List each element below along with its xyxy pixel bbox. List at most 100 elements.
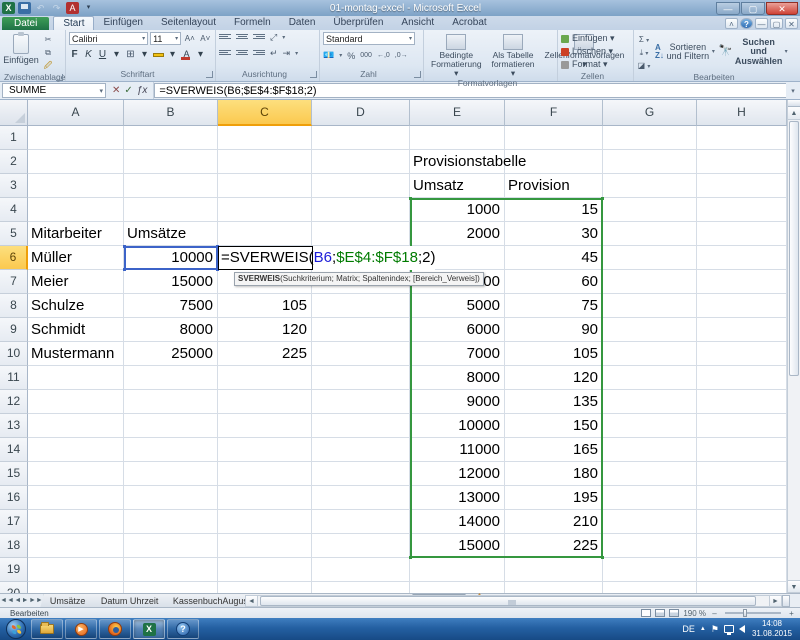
cells-button-löschen[interactable]: Löschen ▾ xyxy=(561,45,630,58)
cell-B2[interactable] xyxy=(124,150,218,174)
language-indicator[interactable]: DE xyxy=(682,624,695,634)
cell-B9[interactable]: 8000 xyxy=(124,318,218,342)
cell-C1[interactable] xyxy=(218,126,312,150)
cell-A18[interactable] xyxy=(28,534,124,558)
row-header-17[interactable]: 17 xyxy=(0,510,28,534)
cell-C5[interactable] xyxy=(218,222,312,246)
cell-G9[interactable] xyxy=(603,318,697,342)
font-color-icon[interactable]: A xyxy=(181,49,192,60)
row-header-11[interactable]: 11 xyxy=(0,366,28,390)
cell-B10[interactable]: 25000 xyxy=(124,342,218,366)
style-button[interactable]: Als Tabelle formatieren ▾ xyxy=(488,32,539,78)
cell-B18[interactable] xyxy=(124,534,218,558)
cell-F1[interactable] xyxy=(505,126,603,150)
cell-B5[interactable]: Umsätze xyxy=(124,222,218,246)
cell-C2[interactable] xyxy=(218,150,312,174)
find-select-button[interactable]: 🔭 Suchen und Auswählen▾ xyxy=(719,32,788,72)
cell-A16[interactable] xyxy=(28,486,124,510)
dialog-launcher-icon[interactable] xyxy=(56,74,63,81)
cells-button-format[interactable]: Format ▾ xyxy=(561,58,630,71)
cell-G16[interactable] xyxy=(603,486,697,510)
row-header-19[interactable]: 19 xyxy=(0,558,28,582)
cell-G11[interactable] xyxy=(603,366,697,390)
zoom-slider[interactable] xyxy=(725,612,781,614)
bold-button[interactable]: F xyxy=(69,49,80,60)
cell-D17[interactable] xyxy=(312,510,410,534)
cell-B20[interactable] xyxy=(124,582,218,593)
clear-icon[interactable]: ◪ ▾ xyxy=(637,60,651,72)
cell-A17[interactable] xyxy=(28,510,124,534)
cell-D15[interactable] xyxy=(312,462,410,486)
fill-color-icon[interactable] xyxy=(153,49,164,60)
cell-F10[interactable]: 105 xyxy=(505,342,603,366)
col-header-H[interactable]: H xyxy=(697,100,787,126)
zoom-level[interactable]: 190 % xyxy=(683,609,706,618)
maximize-button[interactable]: ▢ xyxy=(741,2,765,15)
cell-H13[interactable] xyxy=(697,414,787,438)
cell-H1[interactable] xyxy=(697,126,787,150)
ribbon-tab-einfügen[interactable]: Einfügen xyxy=(94,16,151,30)
cell-C16[interactable] xyxy=(218,486,312,510)
dialog-launcher-icon[interactable] xyxy=(310,71,317,78)
cell-D13[interactable] xyxy=(312,414,410,438)
zoom-in-icon[interactable]: + xyxy=(787,609,796,618)
cell-G4[interactable] xyxy=(603,198,697,222)
cell-E8[interactable]: 5000 xyxy=(410,294,505,318)
cell-D20[interactable] xyxy=(312,582,410,593)
file-tab[interactable]: Datei xyxy=(2,17,49,30)
ribbon-tab-acrobat[interactable]: Acrobat xyxy=(443,16,495,30)
cell-H3[interactable] xyxy=(697,174,787,198)
zoom-out-icon[interactable]: – xyxy=(710,609,719,618)
zoom-slider-thumb[interactable] xyxy=(743,609,747,617)
cell-F11[interactable]: 120 xyxy=(505,366,603,390)
cell-D10[interactable] xyxy=(312,342,410,366)
undo-icon[interactable]: ↶ xyxy=(34,2,47,14)
cells-button-einfügen[interactable]: Einfügen ▾ xyxy=(561,32,630,45)
autosum-icon[interactable]: Σ ▾ xyxy=(637,34,651,46)
row-header-20[interactable]: 20 xyxy=(0,582,28,593)
cell-F5[interactable]: 30 xyxy=(505,222,603,246)
cut-icon[interactable]: ✂ xyxy=(41,34,55,46)
cell-H4[interactable] xyxy=(697,198,787,222)
col-header-D[interactable]: D xyxy=(312,100,410,126)
format-painter-icon[interactable]: 🖉 xyxy=(41,60,55,72)
cell-H6[interactable] xyxy=(697,246,787,270)
ribbon-tab-seitenlayout[interactable]: Seitenlayout xyxy=(152,16,225,30)
cell-F16[interactable]: 195 xyxy=(505,486,603,510)
cell-C15[interactable] xyxy=(218,462,312,486)
cell-A12[interactable] xyxy=(28,390,124,414)
name-box[interactable]: SUMME▾ xyxy=(2,83,106,98)
cell-G2[interactable] xyxy=(603,150,697,174)
cell-F13[interactable]: 150 xyxy=(505,414,603,438)
cell-F6[interactable]: 45 xyxy=(505,246,603,270)
enter-formula-icon[interactable]: ✓ xyxy=(124,85,132,96)
ribbon-tab-ansicht[interactable]: Ansicht xyxy=(392,16,443,30)
cell-G14[interactable] xyxy=(603,438,697,462)
row-header-2[interactable]: 2 xyxy=(0,150,28,174)
cell-B4[interactable] xyxy=(124,198,218,222)
cell-E20[interactable] xyxy=(410,582,505,593)
col-header-C[interactable]: C xyxy=(218,100,312,126)
cell-D1[interactable] xyxy=(312,126,410,150)
row-header-13[interactable]: 13 xyxy=(0,414,28,438)
cell-E15[interactable]: 12000 xyxy=(410,462,505,486)
workbook-minimize-icon[interactable]: — xyxy=(755,18,768,29)
cell-G20[interactable] xyxy=(603,582,697,593)
cell-D5[interactable] xyxy=(312,222,410,246)
page-break-view-icon[interactable] xyxy=(669,609,679,617)
cell-F8[interactable]: 75 xyxy=(505,294,603,318)
cell-F4[interactable]: 15 xyxy=(505,198,603,222)
cell-E19[interactable] xyxy=(410,558,505,582)
minimize-ribbon-icon[interactable]: ˄ xyxy=(725,18,738,29)
network-icon[interactable] xyxy=(724,625,734,633)
scroll-left-icon[interactable]: ◄ xyxy=(245,595,258,607)
cell-H7[interactable] xyxy=(697,270,787,294)
page-layout-view-icon[interactable] xyxy=(655,609,665,617)
grow-font-icon[interactable]: A˄ xyxy=(183,33,196,45)
underline-button[interactable]: U xyxy=(97,49,108,60)
cell-B1[interactable] xyxy=(124,126,218,150)
style-button[interactable]: Bedingte Formatierung ▾ xyxy=(427,32,486,78)
cell-G6[interactable] xyxy=(603,246,697,270)
col-header-G[interactable]: G xyxy=(603,100,697,126)
taskbar-clock[interactable]: 14:08 31.08.2015 xyxy=(750,619,798,638)
